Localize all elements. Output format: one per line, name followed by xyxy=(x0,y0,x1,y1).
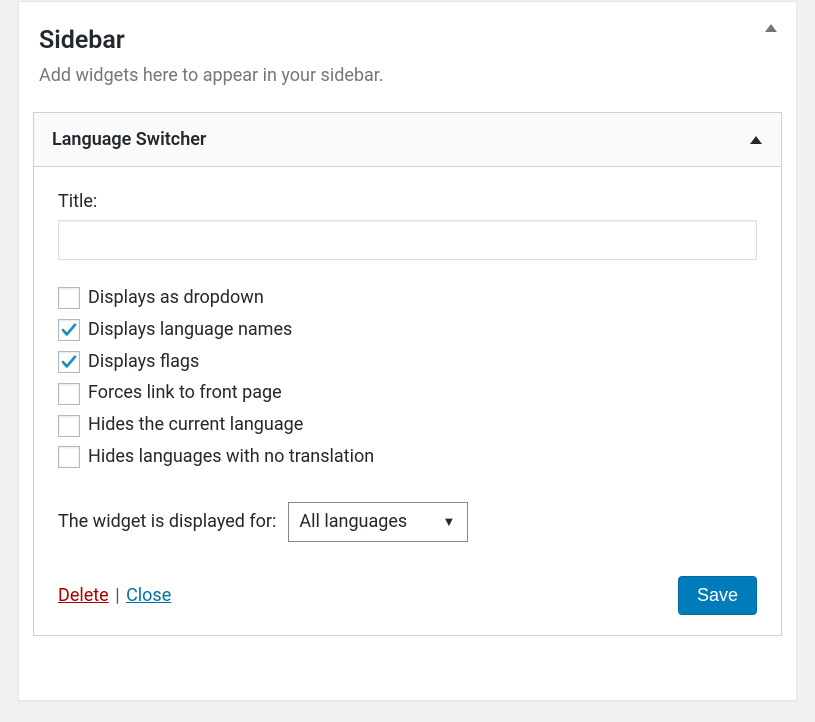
save-button[interactable]: Save xyxy=(678,576,757,615)
widget-actions: Delete | Close Save xyxy=(58,576,757,615)
option-hides-no-translation: Hides languages with no translation xyxy=(58,443,757,472)
display-for-label: The widget is displayed for: xyxy=(58,511,276,532)
panel-description: Add widgets here to appear in your sideb… xyxy=(39,65,776,86)
delete-link[interactable]: Delete xyxy=(58,585,109,606)
display-for-select[interactable]: All languages xyxy=(288,502,468,542)
widget-body: Title: Displays as dropdown Displays lan… xyxy=(34,167,781,635)
display-for-value: All languages xyxy=(299,511,407,532)
option-label: Hides the current language xyxy=(88,411,303,440)
display-for-row: The widget is displayed for: All languag… xyxy=(58,502,757,542)
title-input[interactable] xyxy=(58,220,757,260)
chevron-up-icon xyxy=(749,135,763,145)
title-label: Title: xyxy=(58,191,757,212)
panel-header: Sidebar Add widgets here to appear in yo… xyxy=(19,2,796,112)
option-displays-language-names: Displays language names xyxy=(58,316,757,345)
option-forces-front-page: Forces link to front page xyxy=(58,379,757,408)
option-label: Displays as dropdown xyxy=(88,284,264,313)
checkbox[interactable] xyxy=(58,319,80,341)
option-label: Displays language names xyxy=(88,316,292,345)
separator: | xyxy=(115,585,119,606)
widget-language-switcher: Language Switcher Title: Displays as dro… xyxy=(33,112,782,636)
link-actions: Delete | Close xyxy=(58,585,171,606)
sidebar-widget-area: Sidebar Add widgets here to appear in yo… xyxy=(18,1,797,701)
close-link[interactable]: Close xyxy=(126,585,171,606)
options-group: Displays as dropdown Displays language n… xyxy=(58,284,757,472)
option-hides-current-language: Hides the current language xyxy=(58,411,757,440)
panel-title: Sidebar xyxy=(39,26,776,55)
checkbox[interactable] xyxy=(58,446,80,468)
widget-header[interactable]: Language Switcher xyxy=(34,113,781,167)
widget-title: Language Switcher xyxy=(52,129,206,150)
option-label: Hides languages with no translation xyxy=(88,443,374,472)
checkbox[interactable] xyxy=(58,415,80,437)
checkbox[interactable] xyxy=(58,351,80,373)
option-displays-dropdown: Displays as dropdown xyxy=(58,284,757,313)
chevron-up-icon xyxy=(764,23,778,33)
checkbox[interactable] xyxy=(58,383,80,405)
option-label: Forces link to front page xyxy=(88,379,282,408)
checkbox[interactable] xyxy=(58,287,80,309)
option-label: Displays flags xyxy=(88,348,199,377)
collapse-panel-button[interactable] xyxy=(764,18,778,37)
option-displays-flags: Displays flags xyxy=(58,348,757,377)
